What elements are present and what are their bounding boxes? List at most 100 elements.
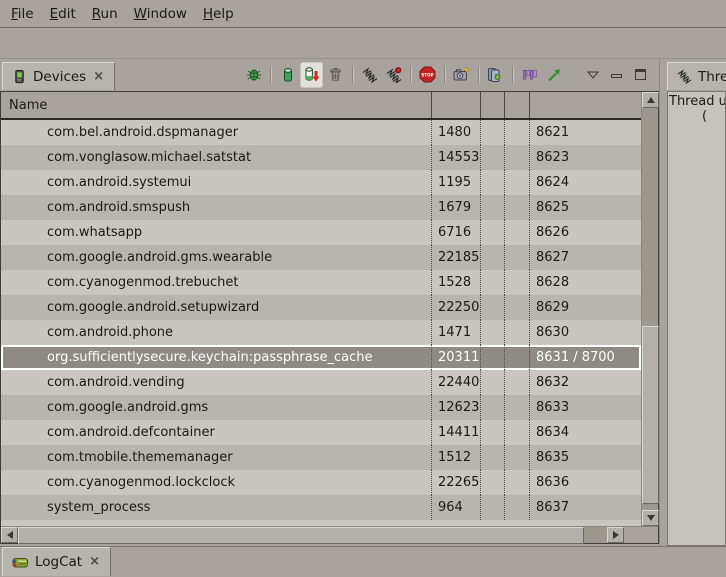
blank-cell — [504, 320, 529, 345]
table-row[interactable]: com.google.android.gms 12623 8633 — [1, 395, 641, 420]
update-threads-button[interactable] — [359, 63, 380, 87]
process-port-cell: 8626 — [529, 220, 641, 245]
tab-threads[interactable]: Threads — [667, 62, 726, 90]
update-heap-button[interactable] — [277, 63, 298, 87]
stop-sign-icon: STOP — [419, 66, 436, 83]
table-row[interactable]: com.android.phone 1471 8630 — [1, 320, 641, 345]
blank-cell — [504, 295, 529, 320]
capture-device-screens-button[interactable] — [485, 63, 506, 87]
maximize-view-button[interactable] — [630, 63, 651, 87]
tab-logcat[interactable]: LogCat × — [2, 547, 111, 576]
scroll-down-button[interactable] — [642, 510, 659, 526]
toolbar-separator — [478, 66, 479, 83]
process-name-cell: com.google.android.gms.wearable — [1, 245, 431, 270]
table-row[interactable]: com.cyanogenmod.lockclock 22265 8636 — [1, 470, 641, 495]
process-name-cell: com.android.smspush — [1, 195, 431, 220]
view-menu-button[interactable] — [582, 63, 603, 87]
threads-message-line2: ( — [669, 109, 724, 124]
process-pid-cell: 22265 — [431, 470, 480, 495]
column-header-port[interactable] — [529, 92, 641, 118]
table-row[interactable]: com.bel.android.dspmanager 1480 8621 — [1, 120, 641, 145]
table-row[interactable]: com.google.android.gms.wearable 22185 86… — [1, 245, 641, 270]
blank-cell — [480, 345, 504, 370]
table-row[interactable]: com.whatsapp 6716 8626 — [1, 220, 641, 245]
tab-devices[interactable]: Devices × — [2, 62, 115, 90]
blank-cell — [504, 245, 529, 270]
scrollbar-corner — [624, 527, 658, 543]
table-row[interactable]: org.sufficientlysecure.keychain:passphra… — [1, 345, 641, 370]
debug-process-button[interactable] — [243, 63, 264, 87]
start-opengl-trace-button[interactable] — [543, 63, 564, 87]
minimize-view-button[interactable] — [606, 63, 627, 87]
scroll-left-button[interactable] — [1, 527, 18, 543]
blank-cell — [504, 270, 529, 295]
horizontal-scrollbar[interactable] — [1, 526, 658, 543]
table-rows: com.bel.android.dspmanager 1480 8621 com… — [1, 120, 641, 520]
cause-gc-button[interactable] — [325, 63, 346, 87]
process-name-cell: com.vonglasow.michael.satstat — [1, 145, 431, 170]
table-row[interactable]: com.google.android.setupwizard 22250 862… — [1, 295, 641, 320]
process-pid-cell: 1471 — [431, 320, 480, 345]
main-toolbar — [0, 28, 726, 59]
devices-toolbar: STOP — [243, 59, 659, 90]
table-row[interactable]: com.cyanogenmod.trebuchet 1528 8628 — [1, 270, 641, 295]
scroll-up-button[interactable] — [642, 92, 659, 108]
blank-cell — [504, 145, 529, 170]
triangle-down-icon — [647, 515, 655, 521]
horizontal-scroll-track[interactable] — [18, 527, 607, 543]
camera-icon — [453, 66, 470, 83]
maximize-icon — [635, 69, 646, 80]
stop-process-button[interactable]: STOP — [417, 63, 438, 87]
table-row[interactable]: com.android.systemui 1195 8624 — [1, 170, 641, 195]
table-row[interactable]: com.android.vending 22440 8632 — [1, 370, 641, 395]
blank-cell — [504, 220, 529, 245]
vertical-scroll-thumb[interactable] — [642, 326, 659, 504]
column-header-blank1[interactable] — [480, 92, 504, 118]
process-port-cell: 8629 — [529, 295, 641, 320]
tab-logcat-label: LogCat — [35, 554, 82, 570]
close-icon[interactable]: × — [92, 72, 105, 82]
view-sash[interactable] — [659, 59, 667, 546]
table-row[interactable]: com.vonglasow.michael.satstat 14553 8623 — [1, 145, 641, 170]
menu-help[interactable]: Help — [195, 2, 242, 26]
blank-cell — [480, 445, 504, 470]
threads-message: Thread up ( — [667, 91, 726, 546]
column-header-name[interactable]: Name — [1, 92, 431, 118]
scroll-right-button[interactable] — [607, 527, 624, 543]
column-header-pid[interactable] — [431, 92, 480, 118]
horizontal-scroll-thumb[interactable] — [18, 527, 584, 544]
process-pid-cell: 22440 — [431, 370, 480, 395]
menu-file[interactable]: File — [3, 2, 42, 26]
process-port-cell: 8631 / 8700 — [529, 345, 641, 370]
table-row[interactable]: com.android.smspush 1679 8625 — [1, 195, 641, 220]
dump-hprof-button[interactable] — [301, 63, 322, 87]
devices-table: Name com.bel.android.dspmanager 1480 — [0, 91, 659, 544]
menu-edit[interactable]: Edit — [42, 2, 84, 26]
process-pid-cell: 20311 — [431, 345, 480, 370]
menu-window[interactable]: Window — [126, 2, 195, 26]
start-method-profiling-button[interactable] — [383, 63, 404, 87]
process-name-cell: com.android.defcontainer — [1, 420, 431, 445]
column-header-blank2[interactable] — [504, 92, 529, 118]
blank-cell — [480, 245, 504, 270]
blank-cell — [504, 170, 529, 195]
process-pid-cell: 22250 — [431, 295, 480, 320]
method-profiling-icon — [386, 67, 402, 83]
menu-run[interactable]: Run — [84, 2, 126, 26]
table-viewport: Name com.bel.android.dspmanager 1480 — [1, 92, 641, 526]
table-row[interactable]: system_process 964 8637 — [1, 495, 641, 520]
blank-cell — [504, 445, 529, 470]
table-row[interactable]: com.android.defcontainer 14411 8634 — [1, 420, 641, 445]
systrace-button[interactable] — [519, 63, 540, 87]
table-row[interactable]: com.tmobile.thememanager 1512 8635 — [1, 445, 641, 470]
blank-cell — [480, 420, 504, 445]
vertical-scrollbar[interactable] — [641, 92, 658, 526]
vertical-scroll-track[interactable] — [642, 108, 658, 510]
process-port-cell: 8634 — [529, 420, 641, 445]
close-icon[interactable]: × — [88, 557, 101, 567]
device-phone-icon — [12, 69, 27, 84]
screen-capture-button[interactable] — [451, 63, 472, 87]
phone-stack-icon — [487, 66, 504, 83]
toolbar-separator — [410, 66, 411, 83]
threads-tabbar: Threads — [667, 59, 726, 90]
